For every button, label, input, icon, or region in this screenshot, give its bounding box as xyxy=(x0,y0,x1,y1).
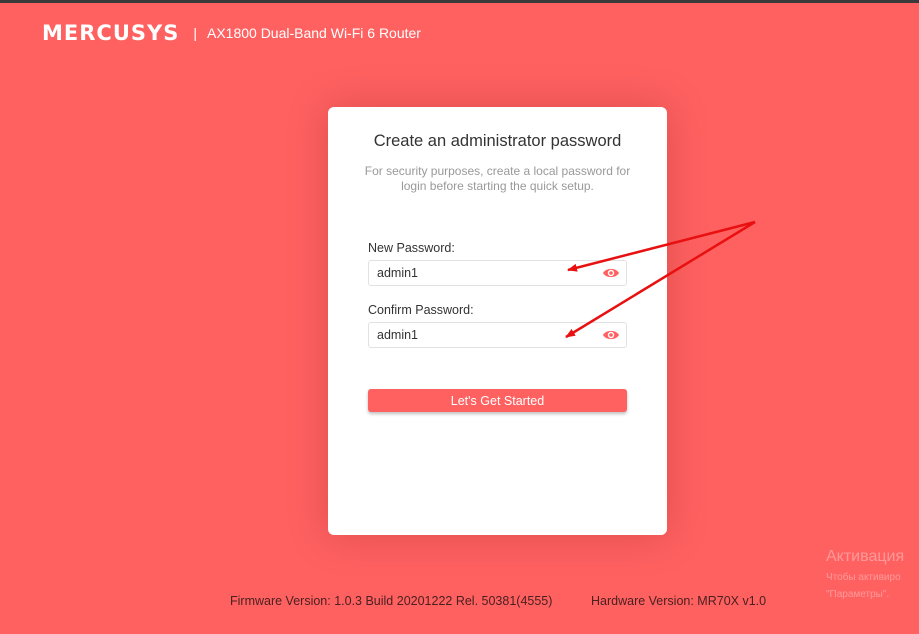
eye-icon[interactable] xyxy=(602,266,620,280)
brand-logo: MERCUSYS xyxy=(42,21,180,45)
header-separator: | xyxy=(193,25,197,41)
card-description: For security purposes, create a local pa… xyxy=(364,164,631,193)
activation-title: Активация xyxy=(826,548,905,565)
new-password-input[interactable] xyxy=(377,264,587,282)
confirm-password-label: Confirm Password: xyxy=(368,303,474,317)
router-model: AX1800 Dual-Band Wi-Fi 6 Router xyxy=(206,25,421,41)
firmware-version: Firmware Version: 1.0.3 Build 20201222 R… xyxy=(230,594,553,608)
lets-get-started-button[interactable]: Let's Get Started xyxy=(368,389,627,412)
confirm-password-field xyxy=(368,322,627,348)
windows-activation-watermark: Активация Чтобы активиро "Параметры". xyxy=(826,548,904,600)
new-password-label: New Password: xyxy=(368,241,455,255)
new-password-field xyxy=(368,260,627,286)
hardware-version: Hardware Version: MR70X v1.0 xyxy=(591,594,767,608)
password-setup-card: Create an administrator password For sec… xyxy=(328,107,667,535)
window-top-edge xyxy=(0,0,919,3)
card-title: Create an administrator password xyxy=(373,132,622,150)
confirm-password-input[interactable] xyxy=(377,326,587,344)
header: MERCUSYS | AX1800 Dual-Band Wi-Fi 6 Rout… xyxy=(42,21,421,45)
activation-line-1: Чтобы активиро xyxy=(826,572,901,583)
eye-icon[interactable] xyxy=(602,328,620,342)
activation-line-2: "Параметры". xyxy=(826,589,890,600)
